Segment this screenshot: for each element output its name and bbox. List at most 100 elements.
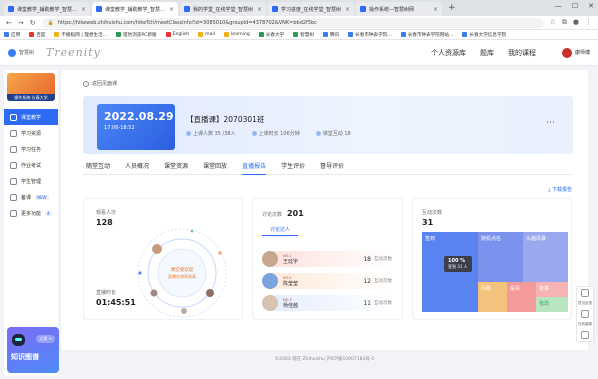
- tab-people[interactable]: 人员概况: [125, 159, 149, 175]
- bookmark-item[interactable]: 腾讯: [322, 32, 340, 38]
- favicon-icon: [8, 6, 14, 12]
- tab-discussion-stars[interactable]: 讨论达人: [262, 224, 299, 236]
- tab-title: 课堂教学_辅助教学_智慧树网: [105, 6, 167, 13]
- bookmark-item[interactable]: 百度: [29, 32, 45, 38]
- sidebar-item-exams[interactable]: 作业考试: [4, 157, 58, 173]
- new-tab-button[interactable]: +: [448, 3, 456, 13]
- bookmark-item[interactable]: learning: [224, 32, 250, 37]
- bookmark-item[interactable]: 猎豹浏览PC新版: [116, 32, 157, 38]
- treemap-block[interactable]: 头脑风暴: [523, 232, 568, 282]
- avatar: [561, 47, 572, 58]
- nav-question-bank[interactable]: 题库: [480, 48, 494, 58]
- treemap-block[interactable]: 问卷: [478, 282, 507, 312]
- nav-resource-library[interactable]: 个人资源库: [431, 48, 466, 58]
- customer-service-label[interactable]: 在线客服: [578, 322, 592, 327]
- site-logo[interactable]: 智慧树: [8, 48, 34, 57]
- more-options-icon[interactable]: ⋯: [546, 118, 555, 128]
- browser-tab[interactable]: 课堂教学_辅助教学_智慧树网 ×: [4, 2, 90, 16]
- treemap-block[interactable]: 随机点名: [478, 232, 523, 282]
- sidebar-item-resources[interactable]: 学习资源: [4, 125, 58, 141]
- stat-text: 上课人数 35 /38人: [193, 131, 236, 137]
- student-name: 杨佳茜: [283, 302, 299, 309]
- tooltip-text: 签到 31 人: [448, 264, 468, 269]
- tab-replay[interactable]: 课堂回放: [203, 159, 227, 175]
- sidebar-item-more[interactable]: 更多功能 4: [4, 205, 58, 221]
- close-icon[interactable]: ×: [345, 6, 350, 13]
- bookmark-icon: [348, 32, 354, 37]
- browser-tab[interactable]: 操作系统—智慧树网 ×: [356, 2, 442, 16]
- sidebar-item-students[interactable]: 学生管理: [4, 173, 58, 189]
- class-stats: 上课人数 35 /38人 上课时长 106分钟 课堂互动 18: [186, 130, 351, 137]
- close-icon[interactable]: ×: [81, 6, 86, 13]
- bookmark-item[interactable]: 应用: [4, 32, 20, 38]
- extension-icon[interactable]: ⧉: [562, 18, 567, 27]
- bookmark-item[interactable]: 长春大学信息学院: [462, 32, 506, 38]
- browser-tab-active[interactable]: 课堂教学_辅助教学_智慧树网 ×: [92, 2, 178, 16]
- tab-supervisor-eval[interactable]: 督导评价: [320, 159, 344, 175]
- tab-student-eval[interactable]: 学生评价: [281, 159, 305, 175]
- download-report-link[interactable]: ⤓ 下载报告: [548, 186, 572, 193]
- promo-go-button[interactable]: 立即 >: [36, 335, 55, 343]
- user-menu[interactable]: 康师傅: [561, 47, 590, 58]
- bookmark-item[interactable]: 不搬稻网 | 理想生活...: [54, 32, 107, 38]
- knowledge-graph-promo[interactable]: 立即 > 知识图谱: [7, 327, 59, 373]
- tab-resources[interactable]: 课堂资源: [164, 159, 188, 175]
- bookmark-label: 应用: [11, 32, 21, 38]
- browser-tab[interactable]: 我的学堂_在线学堂_智慧树 ×: [180, 2, 266, 16]
- bookmark-label: English: [172, 32, 190, 37]
- tab-live-report[interactable]: 直播报告: [242, 159, 267, 175]
- nav-my-courses[interactable]: 我的课程: [508, 48, 536, 58]
- grid-icon: [10, 209, 17, 217]
- customer-service-icon[interactable]: [581, 310, 589, 318]
- treemap-block[interactable]: 签到: [422, 232, 478, 312]
- close-icon[interactable]: ×: [257, 6, 262, 13]
- qrcode-icon[interactable]: [581, 331, 589, 339]
- course-thumbnail[interactable]: 操作系统-长春大学: [7, 73, 55, 101]
- bookmark-item[interactable]: 智慧树: [293, 32, 314, 38]
- bookmark-label: 腾讯: [329, 32, 340, 38]
- back-icon[interactable]: ←: [6, 19, 12, 27]
- bookmark-icon: [29, 32, 35, 37]
- tab-interaction[interactable]: 随堂互动: [86, 159, 110, 175]
- robot-icon: [12, 334, 25, 346]
- treemap-block[interactable]: 投票: [507, 282, 536, 312]
- bookmark-item[interactable]: English: [165, 32, 190, 37]
- minimize-icon[interactable]: —: [555, 2, 562, 10]
- browser-tab[interactable]: 学习进度_在线学堂_智慧树 ×: [268, 2, 354, 16]
- exam-icon: [10, 161, 17, 169]
- forward-icon[interactable]: →: [18, 19, 24, 27]
- maximize-icon[interactable]: ☐: [572, 2, 578, 10]
- url-field[interactable]: 🔒 https://hikeweb.zhihuishu.com/hikeTch/m…: [41, 17, 544, 28]
- student-name: 陈莹莹: [283, 280, 299, 287]
- sidebar-item-label: 更多功能: [21, 210, 42, 217]
- bookmark-item[interactable]: 长春大学: [258, 32, 284, 38]
- star-icon[interactable]: ☆: [550, 18, 556, 27]
- sidebar-item-prepare[interactable]: 备课 NEW: [4, 189, 58, 205]
- close-window-icon[interactable]: ✕: [588, 2, 594, 10]
- bookmark-icon: [293, 32, 299, 37]
- avatar: [262, 273, 278, 289]
- close-icon[interactable]: ×: [169, 6, 174, 13]
- menu-icon[interactable]: ⋮: [585, 18, 592, 27]
- bookmark-icon: [258, 32, 264, 37]
- feedback-icon[interactable]: [581, 289, 589, 297]
- bookmark-icon: [462, 32, 468, 37]
- bookmark-item[interactable]: 长春市钟表学院...: [348, 32, 392, 38]
- people-icon: [186, 131, 191, 136]
- prepare-icon: [10, 193, 17, 201]
- reload-icon[interactable]: ↻: [30, 19, 36, 27]
- tab-title: 操作系统—智慧树网: [369, 6, 415, 13]
- sidebar-item-tasks[interactable]: 学习任务: [4, 141, 58, 157]
- rank-row: NO.3 杨佳茜 11 互动次数: [262, 295, 394, 311]
- back-link[interactable]: ‹ 返回见面课: [83, 80, 117, 87]
- browser-tabbar: 课堂教学_辅助教学_智慧树网 × 课堂教学_辅助教学_智慧树网 × 我的学堂_在线学…: [0, 0, 598, 16]
- treemap-block[interactable]: 抢答: [536, 282, 568, 297]
- bookmark-item[interactable]: mail: [198, 32, 215, 37]
- bookmark-item[interactable]: 长春市钟表学院网站...: [400, 32, 453, 38]
- sidebar-item-classroom[interactable]: 课堂教学: [4, 109, 58, 125]
- close-icon[interactable]: ×: [433, 6, 438, 13]
- profile-icon[interactable]: ●: [573, 18, 579, 27]
- treemap-block[interactable]: 批改: [536, 297, 568, 312]
- feedback-label[interactable]: 意见反馈: [578, 301, 592, 306]
- bookmark-label: 长春大学信息学院: [469, 32, 507, 38]
